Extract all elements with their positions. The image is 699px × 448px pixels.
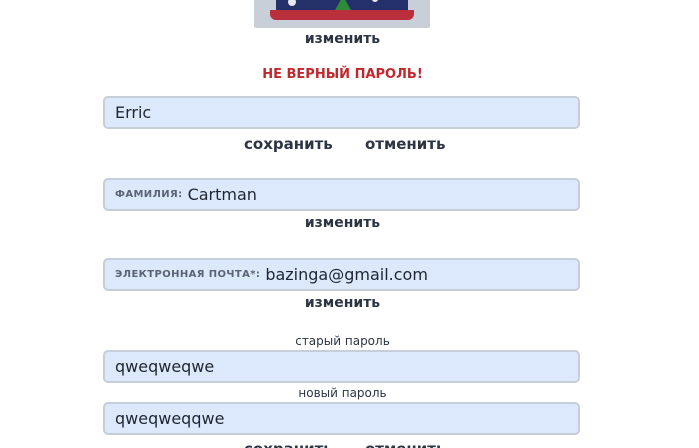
last-name-label: ФАМИЛИЯ: bbox=[115, 189, 183, 200]
avatar-change-link[interactable]: изменить bbox=[0, 31, 685, 47]
error-message: НЕ ВЕРНЫЙ ПАРОЛЬ! bbox=[262, 67, 423, 82]
profile-edit-page: изменить НЕ ВЕРНЫЙ ПАРОЛЬ! сохранить отм… bbox=[0, 0, 699, 448]
old-password-caption: старый пароль bbox=[295, 334, 390, 348]
password-save-button[interactable]: сохранить bbox=[244, 440, 333, 448]
new-password-field[interactable] bbox=[103, 402, 580, 435]
first-name-save-button[interactable]: сохранить bbox=[244, 135, 333, 153]
first-name-input[interactable] bbox=[115, 103, 578, 122]
new-password-input[interactable] bbox=[115, 409, 578, 428]
email-value: bazinga@gmail.com bbox=[265, 265, 428, 284]
old-password-input[interactable] bbox=[115, 357, 578, 376]
avatar-red-band bbox=[270, 10, 414, 20]
email-label: ЭЛЕКТРОННАЯ ПОЧТА*: bbox=[115, 269, 261, 280]
last-name-change-link[interactable]: изменить bbox=[0, 215, 685, 231]
last-name-value: Cartman bbox=[187, 185, 257, 204]
avatar-image bbox=[254, 0, 430, 28]
password-cancel-button[interactable]: отменить bbox=[365, 440, 446, 448]
email-change-link[interactable]: изменить bbox=[0, 295, 685, 311]
last-name-field: ФАМИЛИЯ: Cartman bbox=[103, 178, 580, 211]
email-field: ЭЛЕКТРОННАЯ ПОЧТА*: bazinga@gmail.com bbox=[103, 258, 580, 291]
new-password-caption: новый пароль bbox=[298, 386, 387, 400]
first-name-field[interactable] bbox=[103, 96, 580, 129]
old-password-field[interactable] bbox=[103, 350, 580, 383]
first-name-cancel-button[interactable]: отменить bbox=[365, 135, 446, 153]
